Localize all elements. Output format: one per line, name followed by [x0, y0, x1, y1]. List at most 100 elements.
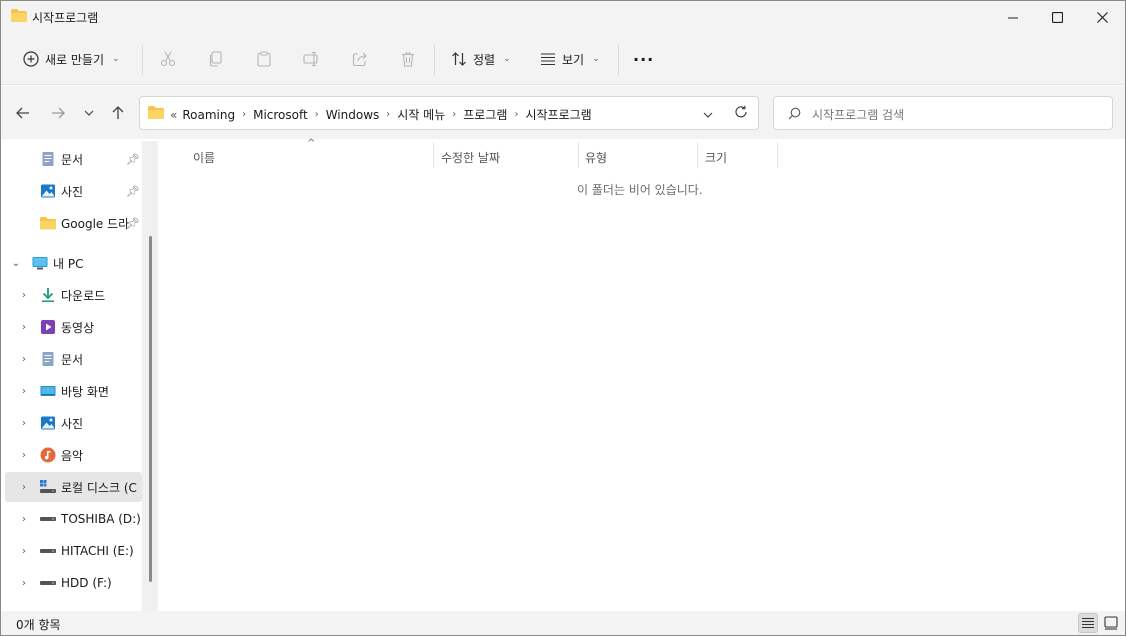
- chevron-right-icon[interactable]: ›: [384, 109, 392, 120]
- chevron-right-icon[interactable]: ›: [19, 514, 29, 525]
- nav-item-drive-e[interactable]: › HITACHI (E:): [5, 536, 142, 566]
- item-count: 0개 항목: [16, 618, 61, 632]
- forward-button[interactable]: [49, 104, 67, 122]
- breadcrumb-item[interactable]: 시작프로그램: [520, 106, 596, 123]
- view-button[interactable]: 보기 ⌄: [540, 45, 600, 73]
- sort-ascending-icon: ^: [307, 138, 316, 149]
- chevron-down-icon: [84, 110, 94, 116]
- recent-locations-button[interactable]: [80, 104, 98, 122]
- refresh-button[interactable]: [734, 105, 748, 122]
- toolbar-divider: [142, 45, 143, 75]
- tiles-view-button[interactable]: [1101, 613, 1121, 633]
- chevron-down-icon: ⌄: [503, 54, 511, 64]
- details-view-button[interactable]: [1078, 613, 1098, 633]
- nav-item-drive-d[interactable]: › TOSHIBA (D:): [5, 504, 142, 534]
- chevron-right-icon[interactable]: ›: [19, 450, 29, 461]
- arrow-right-icon: [52, 107, 65, 119]
- chevron-right-icon[interactable]: ›: [19, 418, 29, 429]
- column-header-modified[interactable]: 수정한 날짜: [441, 146, 500, 168]
- nav-label: HITACHI (E:): [61, 544, 134, 558]
- share-button[interactable]: [350, 49, 370, 69]
- search-box[interactable]: 시작프로그램 검색: [773, 96, 1113, 130]
- toolbar-divider: [434, 45, 435, 75]
- drive-icon: [40, 581, 56, 585]
- nav-label: 사진: [61, 416, 84, 431]
- title-bar: 시작프로그램: [1, 1, 1125, 33]
- column-header-size[interactable]: 크기: [705, 146, 727, 168]
- breadcrumb-item[interactable]: Roaming: [177, 108, 240, 122]
- nav-item-quick-pictures[interactable]: 사진 📌︎: [5, 176, 142, 206]
- nav-item-videos[interactable]: › 동영상: [5, 312, 142, 342]
- chevron-right-icon[interactable]: ›: [19, 386, 29, 397]
- column-header-name[interactable]: 이름: [193, 146, 215, 168]
- breadcrumb-item[interactable]: 시작 메뉴: [392, 106, 450, 123]
- navigation-scrollbar[interactable]: [142, 141, 158, 613]
- up-button[interactable]: [109, 104, 127, 122]
- column-divider[interactable]: [578, 142, 579, 168]
- nav-item-downloads[interactable]: › 다운로드: [5, 280, 142, 310]
- chevron-right-icon[interactable]: ›: [19, 322, 29, 333]
- search-placeholder: 시작프로그램 검색: [812, 108, 905, 122]
- video-icon: [41, 320, 55, 334]
- chevron-right-icon[interactable]: ›: [240, 109, 248, 120]
- chevron-right-icon[interactable]: ›: [512, 109, 520, 120]
- nav-item-local-disk-c[interactable]: › 로컬 디스크 (C: [5, 472, 142, 502]
- rename-button[interactable]: [302, 49, 322, 69]
- address-history-button[interactable]: [703, 107, 713, 121]
- breadcrumb-item[interactable]: Windows: [321, 108, 385, 122]
- column-header-label: 수정한 날짜: [441, 150, 501, 165]
- paste-button[interactable]: [254, 49, 274, 69]
- more-options-button[interactable]: ···: [633, 45, 654, 73]
- chevron-right-icon[interactable]: ›: [19, 290, 29, 301]
- column-divider[interactable]: [697, 142, 698, 168]
- minimize-icon: [1007, 17, 1018, 18]
- new-button[interactable]: 새로 만들기 ⌄: [23, 45, 120, 73]
- sort-button[interactable]: 정렬 ⌄: [451, 45, 511, 73]
- back-button[interactable]: [14, 104, 32, 122]
- more-icon: ···: [633, 49, 655, 69]
- chevron-right-icon[interactable]: ›: [450, 109, 458, 120]
- breadcrumb-item[interactable]: 프로그램: [458, 106, 512, 123]
- cut-button[interactable]: [158, 49, 178, 69]
- nav-label: Google 드라: [61, 216, 130, 231]
- maximize-button[interactable]: [1034, 1, 1080, 33]
- nav-item-this-pc[interactable]: ⌄ 내 PC: [5, 248, 142, 278]
- chevron-right-icon[interactable]: ›: [313, 109, 321, 120]
- nav-item-desktop[interactable]: › 바탕 화면: [5, 376, 142, 406]
- scrollbar-thumb[interactable]: [149, 236, 152, 582]
- nav-label: 다운로드: [61, 288, 106, 303]
- nav-item-quick-google-drive[interactable]: Google 드라 📌︎: [5, 208, 142, 238]
- breadcrumb-item[interactable]: Microsoft: [248, 108, 313, 122]
- drive-icon: [40, 549, 56, 553]
- column-divider[interactable]: [433, 142, 434, 168]
- share-icon: [352, 52, 367, 67]
- delete-button[interactable]: [398, 49, 418, 69]
- breadcrumb-overflow[interactable]: «: [170, 108, 177, 122]
- close-button[interactable]: [1079, 1, 1125, 33]
- file-list[interactable]: 이름 ^ 수정한 날짜 유형 크기 이 폴더는 비어 있습니다.: [159, 138, 1125, 611]
- nav-item-pictures[interactable]: › 사진: [5, 408, 142, 438]
- address-bar[interactable]: « Roaming › Microsoft › Windows › 시작 메뉴 …: [139, 96, 759, 130]
- local-disk-icon: [40, 480, 56, 493]
- column-divider[interactable]: [777, 142, 778, 168]
- computer-icon: [32, 257, 48, 270]
- chevron-right-icon[interactable]: ›: [19, 482, 29, 493]
- nav-item-quick-documents[interactable]: 문서 📌︎: [5, 144, 142, 174]
- nav-item-documents[interactable]: › 문서: [5, 344, 142, 374]
- trash-icon: [402, 52, 414, 67]
- nav-item-drive-f[interactable]: › HDD (F:): [5, 568, 142, 598]
- chevron-right-icon[interactable]: ›: [19, 546, 29, 557]
- pictures-icon: [41, 184, 55, 198]
- chevron-right-icon[interactable]: ›: [19, 354, 29, 365]
- chevron-down-icon[interactable]: ⌄: [11, 258, 21, 269]
- column-header-type[interactable]: 유형: [585, 146, 607, 168]
- minimize-button[interactable]: [990, 1, 1036, 33]
- copy-button[interactable]: [206, 49, 226, 69]
- rename-icon: [303, 51, 318, 67]
- nav-item-music[interactable]: › 음악: [5, 440, 142, 470]
- toolbar-divider: [618, 45, 619, 75]
- chevron-down-icon: [703, 112, 713, 118]
- chevron-right-icon[interactable]: ›: [19, 578, 29, 589]
- folder-icon: [40, 217, 56, 230]
- scissors-icon: [160, 51, 176, 67]
